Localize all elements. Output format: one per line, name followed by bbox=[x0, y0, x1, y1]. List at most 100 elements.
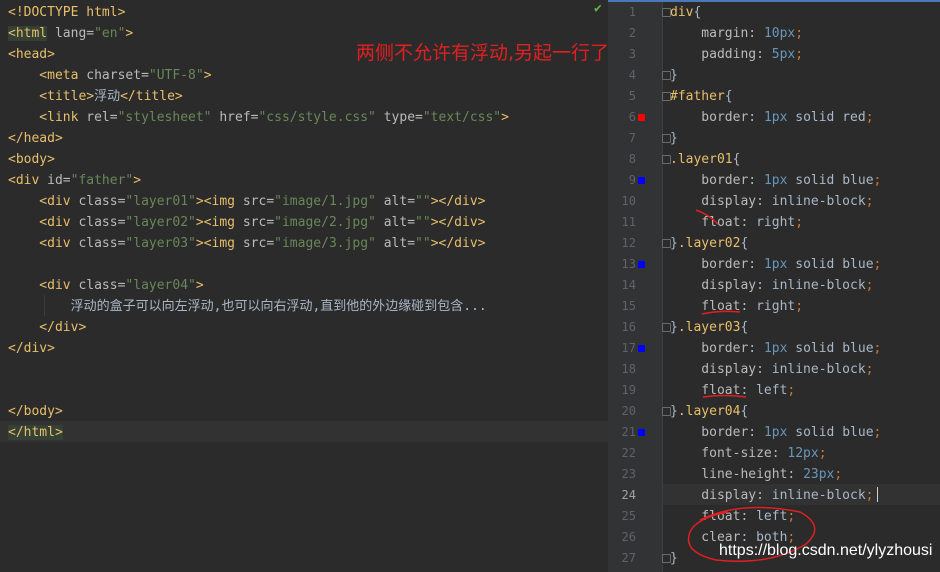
watermark-url: https://blog.csdn.net/ylyzhousi bbox=[719, 542, 933, 559]
code-token: class= bbox=[70, 236, 126, 251]
code-token: ; bbox=[865, 278, 874, 293]
css-code-line[interactable]: display: inline-block; bbox=[670, 275, 874, 296]
css-code-line[interactable]: border: 1px solid blue; bbox=[670, 170, 881, 191]
code-token: : bbox=[748, 341, 764, 356]
code-token: > bbox=[501, 110, 509, 125]
css-code-line[interactable]: }.layer03{ bbox=[670, 317, 748, 338]
line-number: 11 bbox=[621, 215, 636, 229]
html-code-line[interactable]: </div> bbox=[8, 338, 55, 359]
css-code-line[interactable]: border: 1px solid blue; bbox=[670, 254, 881, 275]
fold-marker-icon[interactable] bbox=[662, 323, 671, 332]
line-number: 27 bbox=[621, 551, 636, 565]
html-code-line[interactable]: </head> bbox=[8, 128, 63, 149]
css-code-line[interactable]: border: 1px solid blue; bbox=[670, 422, 881, 443]
css-code-line[interactable]: padding: 5px; bbox=[670, 44, 803, 65]
code-token: : right bbox=[740, 299, 796, 314]
code-token: > bbox=[133, 173, 142, 188]
code-token: : bbox=[787, 467, 804, 482]
css-code-line[interactable]: .layer01{ bbox=[670, 149, 740, 170]
fold-marker-icon[interactable] bbox=[662, 134, 671, 143]
code-token: "image/2.jpg" bbox=[274, 215, 376, 230]
html-code-line[interactable]: <head> bbox=[8, 44, 55, 65]
css-code-line[interactable]: } bbox=[670, 128, 678, 149]
css-code-line[interactable]: font-size: 12px; bbox=[670, 443, 826, 464]
code-token: ; bbox=[834, 467, 843, 482]
line-number: 20 bbox=[621, 404, 636, 418]
code-token: <div bbox=[8, 173, 40, 188]
html-code-line[interactable]: </html> bbox=[8, 422, 63, 443]
fold-marker-icon[interactable] bbox=[662, 407, 671, 416]
css-code-line[interactable]: } bbox=[670, 548, 678, 569]
code-token: float bbox=[670, 509, 741, 524]
code-token: 浮动的盒子可以向左浮动,也可以向右浮动,直到他的外边缘碰到包含... bbox=[8, 299, 487, 314]
code-token: "layer04" bbox=[125, 278, 196, 293]
code-token: "father" bbox=[70, 173, 134, 188]
fold-marker-icon[interactable] bbox=[662, 155, 671, 164]
color-swatch-icon[interactable] bbox=[638, 261, 645, 268]
css-code-line[interactable]: float: right; bbox=[670, 212, 803, 233]
line-number: 6 bbox=[628, 110, 636, 124]
html-code-line[interactable]: <!DOCTYPE html> bbox=[8, 2, 125, 23]
html-code-line[interactable]: 浮动的盒子可以向左浮动,也可以向右浮动,直到他的外边缘碰到包含... bbox=[8, 296, 487, 317]
html-code-line[interactable]: <html lang="en"> bbox=[8, 23, 133, 44]
html-code-line[interactable]: <div id="father"> bbox=[8, 170, 141, 191]
fold-marker-icon[interactable] bbox=[662, 8, 671, 17]
code-token: : bbox=[748, 110, 764, 125]
code-token: { bbox=[732, 152, 741, 167]
css-code-line[interactable]: border: 1px solid red; bbox=[670, 107, 873, 128]
color-swatch-icon[interactable] bbox=[638, 429, 645, 436]
html-code-line[interactable]: <div class="layer04"> bbox=[8, 275, 203, 296]
html-code-line[interactable]: <title>浮动</title> bbox=[8, 86, 182, 107]
code-token: ; bbox=[873, 257, 882, 272]
color-swatch-icon[interactable] bbox=[638, 114, 645, 121]
fold-marker-icon[interactable] bbox=[662, 71, 671, 80]
code-token: line-height bbox=[670, 467, 788, 482]
html-code-line[interactable]: <meta charset="UTF-8"> bbox=[8, 65, 211, 86]
code-token: 10px bbox=[763, 26, 796, 41]
code-token: ; bbox=[873, 425, 882, 440]
css-code-line[interactable]: #father{ bbox=[670, 86, 733, 107]
html-code-line[interactable]: </div> bbox=[8, 317, 86, 338]
css-code-line[interactable]: float: left; bbox=[670, 380, 795, 401]
html-code-line[interactable]: <div class="layer02"><img src="image/2.j… bbox=[8, 212, 486, 233]
code-token: <html bbox=[8, 26, 48, 41]
fold-marker-icon[interactable] bbox=[662, 239, 671, 248]
html-code-line[interactable]: <body> bbox=[8, 149, 55, 170]
html-code-line[interactable]: <div class="layer01"><img src="image/1.j… bbox=[8, 191, 485, 212]
css-code-line[interactable]: display: inline-block; bbox=[670, 191, 873, 212]
color-swatch-icon[interactable] bbox=[638, 345, 645, 352]
active-tab-accent bbox=[608, 0, 940, 2]
code-token: alt= bbox=[375, 215, 416, 230]
css-code-line[interactable]: float: right; bbox=[670, 296, 803, 317]
css-code-line[interactable]: margin: 10px; bbox=[670, 23, 803, 44]
code-token: 5px bbox=[771, 47, 796, 62]
html-code-line[interactable]: <link rel="stylesheet" href="css/style.c… bbox=[8, 107, 509, 128]
fold-marker-icon[interactable] bbox=[662, 92, 671, 101]
checkmark-icon: ✔ bbox=[594, 1, 602, 16]
css-code-line[interactable]: }.layer04{ bbox=[670, 401, 748, 422]
code-token: : left bbox=[740, 509, 788, 524]
css-code-line[interactable]: } bbox=[670, 65, 678, 86]
css-code-line[interactable]: line-height: 23px; bbox=[670, 464, 842, 485]
line-number: 5 bbox=[628, 89, 636, 103]
code-token: .layer01 bbox=[670, 152, 733, 167]
css-editor-pane[interactable]: 1 2 3 4 5 6 7 8 9 10 11 12 13 14 15 16 17 18 19 20 21 22 23 24 2… bbox=[608, 0, 940, 572]
html-code-line[interactable]: <div class="layer03"><img src="image/3.j… bbox=[8, 233, 485, 254]
html-code-line[interactable]: </body> bbox=[8, 401, 63, 422]
html-editor-pane[interactable]: <!DOCTYPE html> <html lang="en"> <head> <m… bbox=[0, 0, 608, 572]
line-number: 26 bbox=[621, 530, 636, 544]
code-token: ></div> bbox=[430, 215, 486, 230]
code-token: ><img bbox=[195, 236, 236, 251]
css-code-line[interactable]: }.layer02{ bbox=[670, 233, 748, 254]
code-token: .layer04 bbox=[677, 404, 741, 419]
fold-marker-icon[interactable] bbox=[662, 554, 671, 563]
color-swatch-icon[interactable] bbox=[638, 177, 645, 184]
code-token: { bbox=[740, 404, 749, 419]
css-code-line[interactable]: float: left; bbox=[670, 506, 795, 527]
code-token: : bbox=[748, 425, 764, 440]
css-code-line[interactable]: div{ bbox=[670, 2, 701, 23]
css-code-line[interactable]: border: 1px solid blue; bbox=[670, 338, 881, 359]
css-code-line[interactable]: display: inline-block; bbox=[670, 485, 873, 506]
css-code-line[interactable]: display: inline-block; bbox=[670, 359, 873, 380]
line-number: 3 bbox=[628, 47, 636, 61]
